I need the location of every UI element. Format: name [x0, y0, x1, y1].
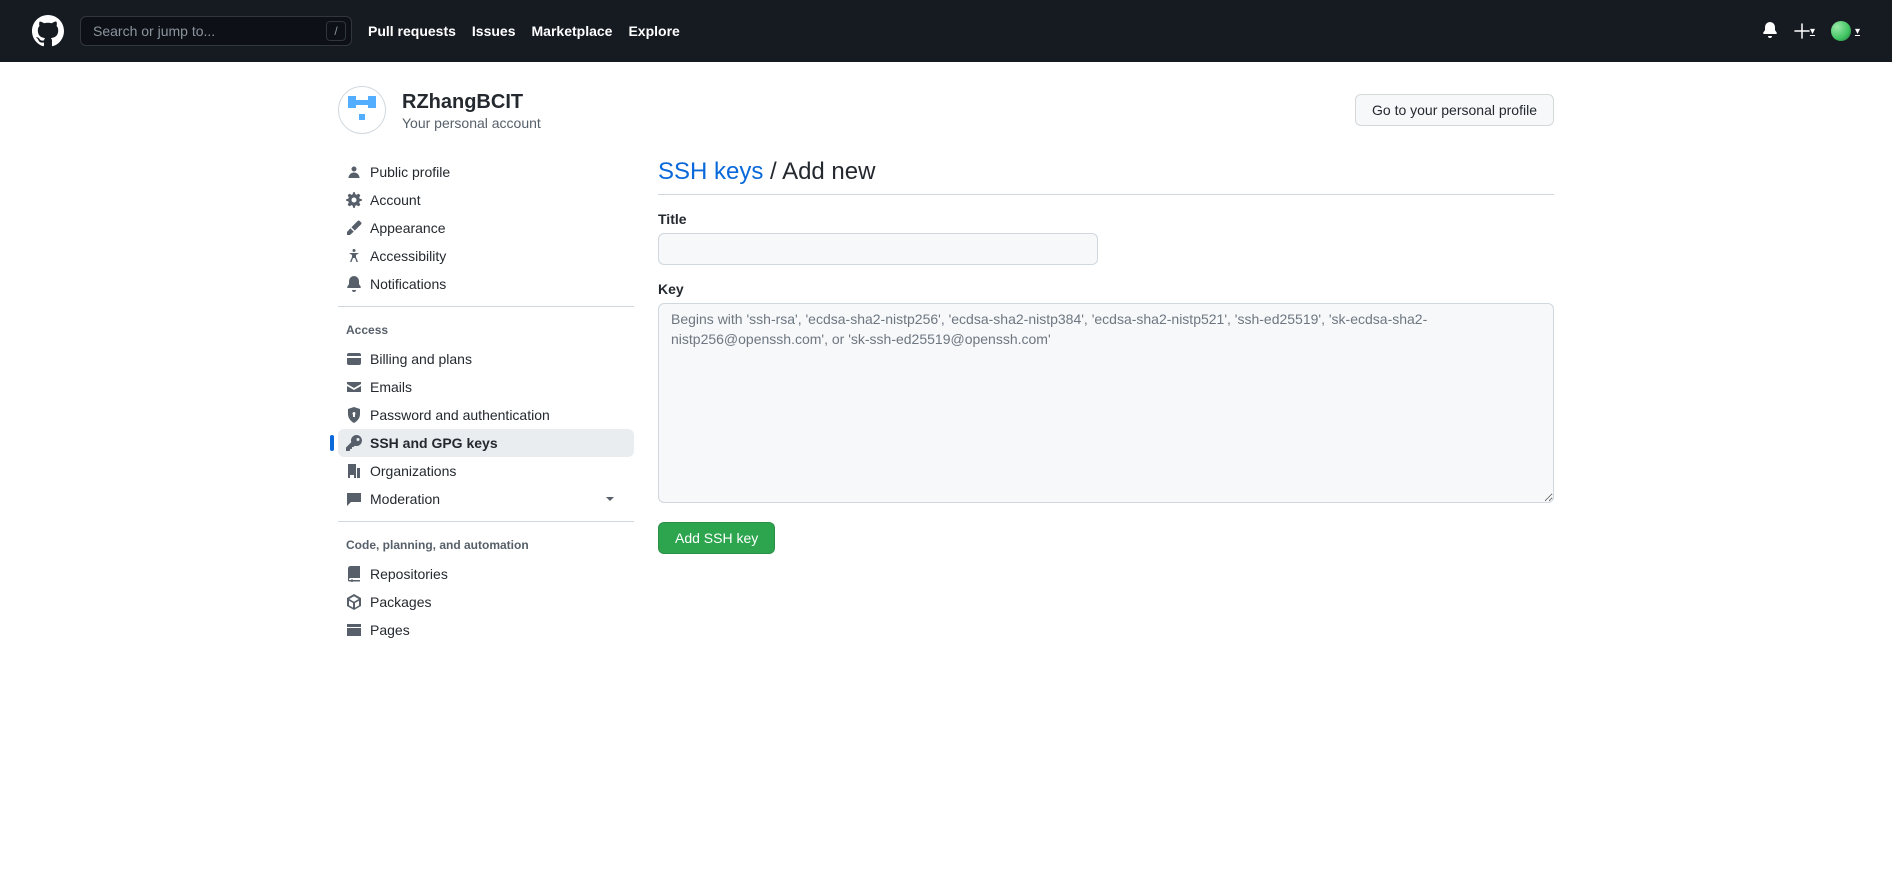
sidebar-item-label: Pages [370, 622, 410, 638]
settings-body: Public profile Account Appearance Access… [338, 158, 1554, 644]
chevron-down-icon [602, 491, 618, 507]
sidebar-item-ssh-keys[interactable]: SSH and GPG keys [338, 429, 634, 457]
breadcrumb-separator: / [763, 158, 782, 185]
bell-icon [346, 276, 362, 292]
sidebar-item-label: Repositories [370, 566, 448, 582]
create-new-menu[interactable]: ▾ [1794, 23, 1815, 39]
key-textarea[interactable] [658, 303, 1554, 503]
sidebar-item-label: Packages [370, 594, 431, 610]
sidebar-item-label: Notifications [370, 276, 446, 292]
sidebar-item-label: Billing and plans [370, 351, 472, 367]
global-header: / Pull requests Issues Marketplace Explo… [0, 0, 1892, 62]
user-menu[interactable]: ▾ [1831, 21, 1860, 41]
mail-icon [346, 379, 362, 395]
person-icon [346, 164, 362, 180]
sidebar-item-label: Organizations [370, 463, 456, 479]
sidebar-item-label: Accessibility [370, 248, 446, 264]
sidebar-divider [338, 521, 634, 522]
sidebar-item-packages[interactable]: Packages [338, 588, 634, 616]
key-label: Key [658, 281, 1554, 297]
sidebar-item-account[interactable]: Account [338, 186, 634, 214]
comment-icon [346, 491, 362, 507]
key-icon [346, 435, 362, 451]
sidebar-item-emails[interactable]: Emails [338, 373, 634, 401]
sidebar-item-label: SSH and GPG keys [370, 435, 498, 451]
form-group-title: Title [658, 211, 1554, 265]
breadcrumb-ssh-keys-link[interactable]: SSH keys [658, 158, 763, 185]
sidebar-item-public-profile[interactable]: Public profile [338, 158, 634, 186]
primary-nav: Pull requests Issues Marketplace Explore [368, 23, 680, 39]
caret-down-icon: ▾ [1810, 26, 1815, 37]
plus-icon [1794, 23, 1810, 39]
nav-explore[interactable]: Explore [628, 23, 679, 39]
add-ssh-key-button[interactable]: Add SSH key [658, 522, 775, 554]
caret-down-icon: ▾ [1855, 26, 1860, 37]
organization-icon [346, 463, 362, 479]
sidebar-item-label: Emails [370, 379, 412, 395]
nav-issues[interactable]: Issues [472, 23, 516, 39]
sidebar-item-password[interactable]: Password and authentication [338, 401, 634, 429]
sidebar-group-code: Code, planning, and automation [338, 530, 634, 560]
notifications-button[interactable] [1762, 22, 1778, 41]
form-group-key: Key [658, 281, 1554, 506]
sidebar-divider [338, 306, 634, 307]
page-title: SSH keys / Add new [658, 158, 1554, 195]
sidebar-item-notifications[interactable]: Notifications [338, 270, 634, 298]
nav-pull-requests[interactable]: Pull requests [368, 23, 456, 39]
sidebar-group-access: Access [338, 315, 634, 345]
account-subtitle: Your personal account [402, 115, 541, 131]
sidebar-item-repositories[interactable]: Repositories [338, 560, 634, 588]
repo-icon [346, 566, 362, 582]
sidebar-item-label: Moderation [370, 491, 440, 507]
package-icon [346, 594, 362, 610]
username: RZhangBCIT [402, 90, 541, 115]
nav-marketplace[interactable]: Marketplace [532, 23, 613, 39]
settings-sidebar: Public profile Account Appearance Access… [338, 158, 634, 644]
mark-github-icon [32, 15, 64, 47]
sidebar-item-accessibility[interactable]: Accessibility [338, 242, 634, 270]
profile-heading: RZhangBCIT Your personal account [402, 90, 541, 131]
bell-icon [1762, 22, 1778, 38]
sidebar-item-label: Account [370, 192, 421, 208]
go-to-profile-button[interactable]: Go to your personal profile [1355, 94, 1554, 126]
sidebar-item-organizations[interactable]: Organizations [338, 457, 634, 485]
sidebar-item-label: Password and authentication [370, 407, 550, 423]
identicon-icon [342, 90, 382, 130]
avatar-icon [1831, 21, 1851, 41]
sidebar-item-appearance[interactable]: Appearance [338, 214, 634, 242]
gear-icon [346, 192, 362, 208]
settings-main: SSH keys / Add new Title Key Add SSH key [658, 158, 1554, 644]
settings-header: RZhangBCIT Your personal account Go to y… [338, 86, 1554, 134]
sidebar-item-label: Appearance [370, 220, 446, 236]
paintbrush-icon [346, 220, 362, 236]
shield-lock-icon [346, 407, 362, 423]
credit-card-icon [346, 351, 362, 367]
settings-container: RZhangBCIT Your personal account Go to y… [306, 62, 1586, 668]
breadcrumb-current: Add new [782, 158, 875, 185]
sidebar-item-label: Public profile [370, 164, 450, 180]
browser-icon [346, 622, 362, 638]
accessibility-icon [346, 248, 362, 264]
search-input[interactable] [80, 16, 352, 46]
profile-avatar [338, 86, 386, 134]
sidebar-item-pages[interactable]: Pages [338, 616, 634, 644]
title-label: Title [658, 211, 1554, 227]
sidebar-item-moderation[interactable]: Moderation [338, 485, 634, 513]
title-input[interactable] [658, 233, 1098, 265]
github-logo[interactable] [32, 15, 64, 47]
sidebar-item-billing[interactable]: Billing and plans [338, 345, 634, 373]
header-right: ▾ ▾ [1762, 21, 1860, 41]
global-search: / [80, 16, 352, 46]
search-slash-key: / [326, 21, 346, 41]
